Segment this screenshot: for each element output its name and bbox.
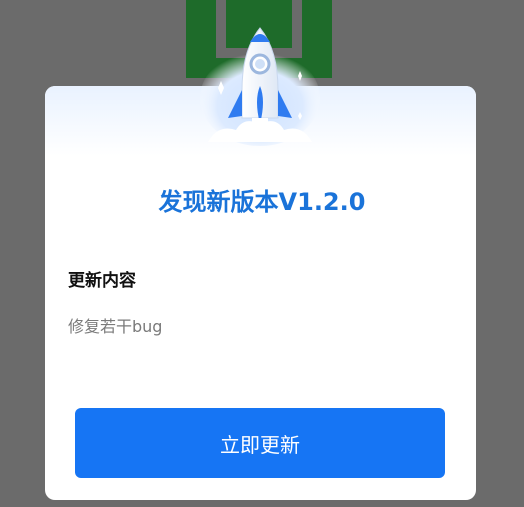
dialog-title: 发现新版本V1.2.0: [158, 188, 366, 216]
rocket-icon: [198, 20, 322, 152]
update-now-button[interactable]: 立即更新: [75, 408, 445, 478]
update-content-text: 修复若干bug: [68, 317, 163, 336]
update-content-label: 更新内容: [68, 271, 136, 291]
